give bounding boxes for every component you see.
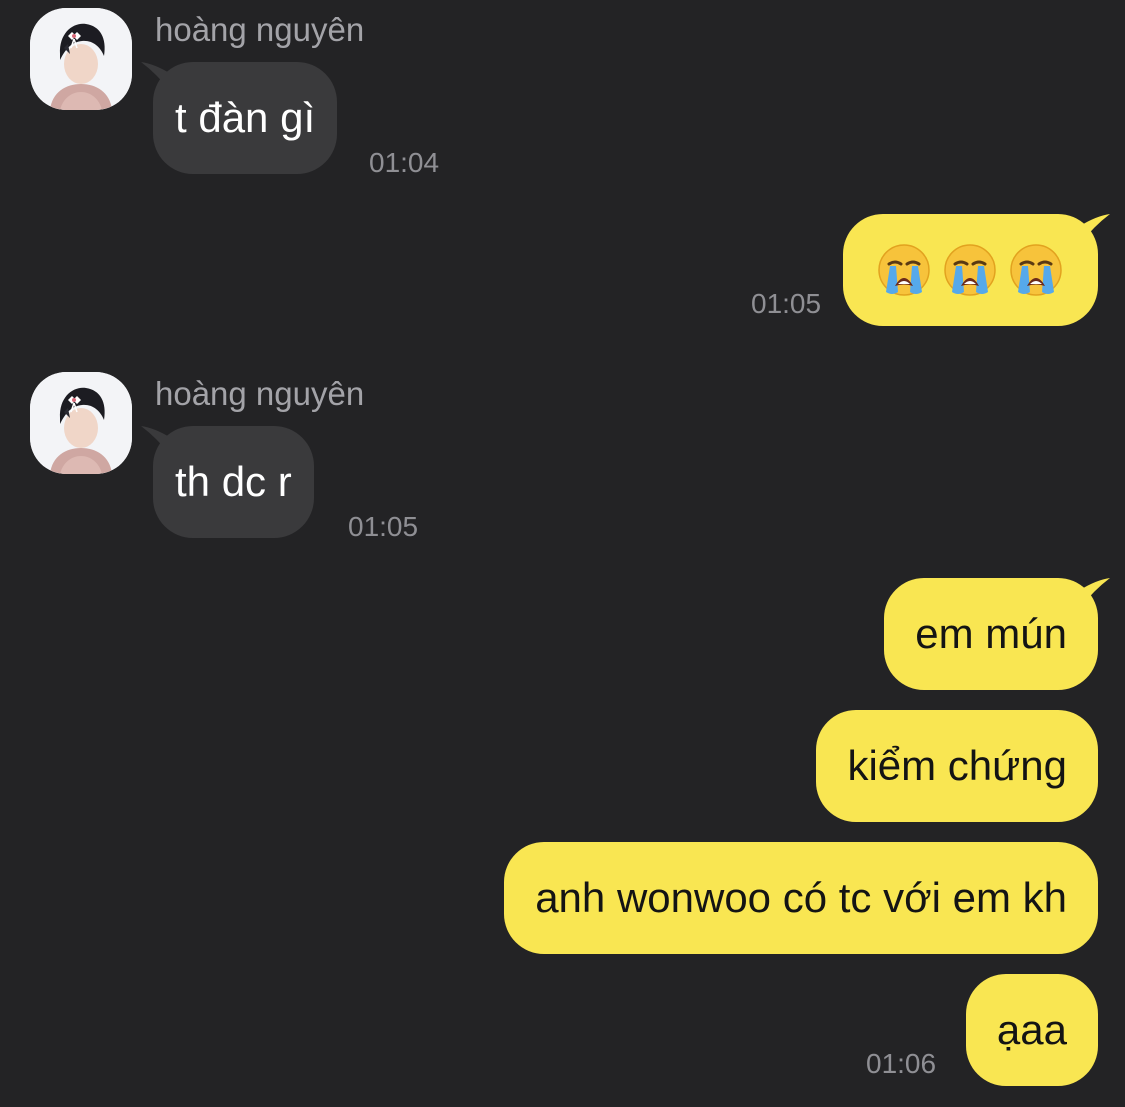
loudly-crying-face-icon (942, 242, 998, 298)
avatar-image (30, 8, 132, 110)
message-timestamp: 01:05 (751, 288, 822, 319)
message-timestamp: 01:05 (348, 511, 419, 542)
bubble-tail (1080, 578, 1110, 608)
message-timestamp: 01:04 (369, 147, 440, 178)
avatar-image (30, 372, 132, 474)
loudly-crying-face-icon (1008, 242, 1064, 298)
message-text: anh wonwoo có tc với em kh (535, 874, 1067, 921)
outgoing-message-bubble[interactable]: kiểm chứng (816, 710, 1098, 822)
sender-avatar[interactable] (30, 8, 132, 110)
bubble-tail (1080, 214, 1110, 244)
outgoing-message-bubble[interactable]: anh wonwoo có tc với em kh (504, 842, 1098, 954)
message-text: kiểm chứng (847, 742, 1067, 789)
message-text: em mún (915, 610, 1067, 657)
message-text: th dc r (175, 458, 292, 505)
sender-avatar[interactable] (30, 372, 132, 474)
outgoing-message-bubble[interactable]: em mún (884, 578, 1098, 690)
message-text: ạaa (996, 1006, 1067, 1053)
incoming-message-bubble[interactable]: t đàn gì (153, 62, 338, 174)
message-timestamp: 01:06 (866, 1048, 937, 1079)
bubble-tail (141, 62, 171, 92)
incoming-message-bubble[interactable]: th dc r (153, 426, 314, 538)
sender-name: hoàng nguyên (155, 11, 365, 48)
message-text: t đàn gì (175, 94, 316, 141)
bubble-tail (141, 426, 171, 456)
outgoing-message-bubble[interactable] (843, 214, 1098, 326)
outgoing-message-bubble[interactable]: ạaa (965, 974, 1098, 1086)
sender-name: hoàng nguyên (155, 375, 365, 412)
loudly-crying-face-icon (876, 242, 932, 298)
